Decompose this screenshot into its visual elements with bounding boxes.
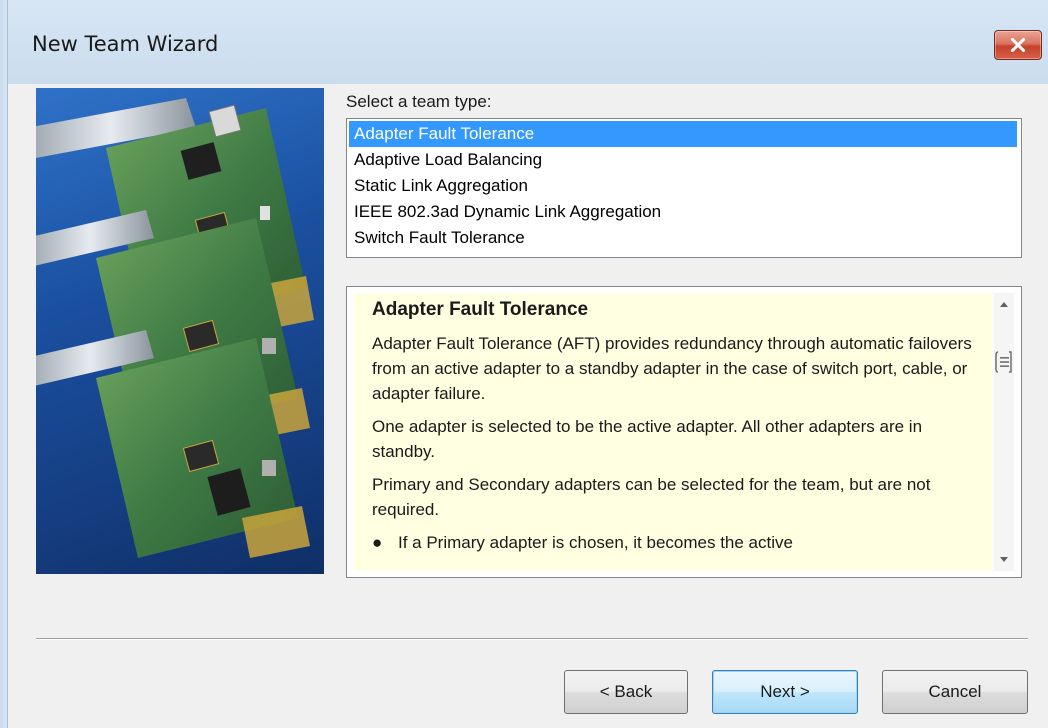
scroll-thumb[interactable] [995, 351, 1012, 373]
window-title: New Team Wizard [32, 32, 219, 56]
cancel-button[interactable]: Cancel [882, 670, 1028, 714]
next-button[interactable]: Next > [712, 670, 858, 714]
team-type-option[interactable]: Static Link Aggregation [349, 173, 1017, 199]
description-title: Adapter Fault Tolerance [372, 299, 589, 320]
team-type-option[interactable]: IEEE 802.3ad Dynamic Link Aggregation [349, 199, 1017, 225]
button-separator [36, 638, 1028, 640]
close-icon [1010, 37, 1026, 53]
scroll-up-icon[interactable] [998, 299, 1010, 311]
title-bar[interactable]: New Team Wizard [8, 0, 1048, 84]
team-type-list[interactable]: Adapter Fault Tolerance Adaptive Load Ba… [346, 118, 1022, 258]
team-type-option[interactable]: Adapter Fault Tolerance [349, 121, 1017, 147]
description-scrollbar[interactable] [994, 293, 1014, 571]
description-paragraph: Adapter Fault Tolerance (AFT) provides r… [372, 334, 972, 403]
description-paragraph: Primary and Secondary adapters can be se… [372, 475, 931, 519]
back-button[interactable]: < Back [564, 670, 688, 714]
network-adapter-graphic [36, 88, 324, 574]
team-type-option[interactable]: Adaptive Load Balancing [349, 147, 1017, 173]
window-frame-left [0, 0, 8, 728]
close-button[interactable] [994, 30, 1042, 60]
team-type-option[interactable]: Switch Fault Tolerance [349, 225, 1017, 251]
team-type-label: Select a team type: [346, 92, 492, 111]
team-description-box[interactable]: Adapter Fault Tolerance Adapter Fault To… [346, 286, 1022, 578]
description-pane: Adapter Fault Tolerance Adapter Fault To… [354, 293, 992, 571]
wizard-body: Select a team type: Adapter Fault Tolera… [8, 84, 1048, 728]
scroll-down-icon[interactable] [998, 553, 1010, 565]
description-paragraph: One adapter is selected to be the active… [372, 417, 923, 461]
description-bullet-text: If a Primary adapter is chosen, it becom… [398, 533, 793, 552]
bullet-icon: ● [372, 533, 383, 552]
description-bullet: ● If a Primary adapter is chosen, it bec… [372, 530, 980, 555]
adapter-cards-illustration [36, 98, 314, 558]
